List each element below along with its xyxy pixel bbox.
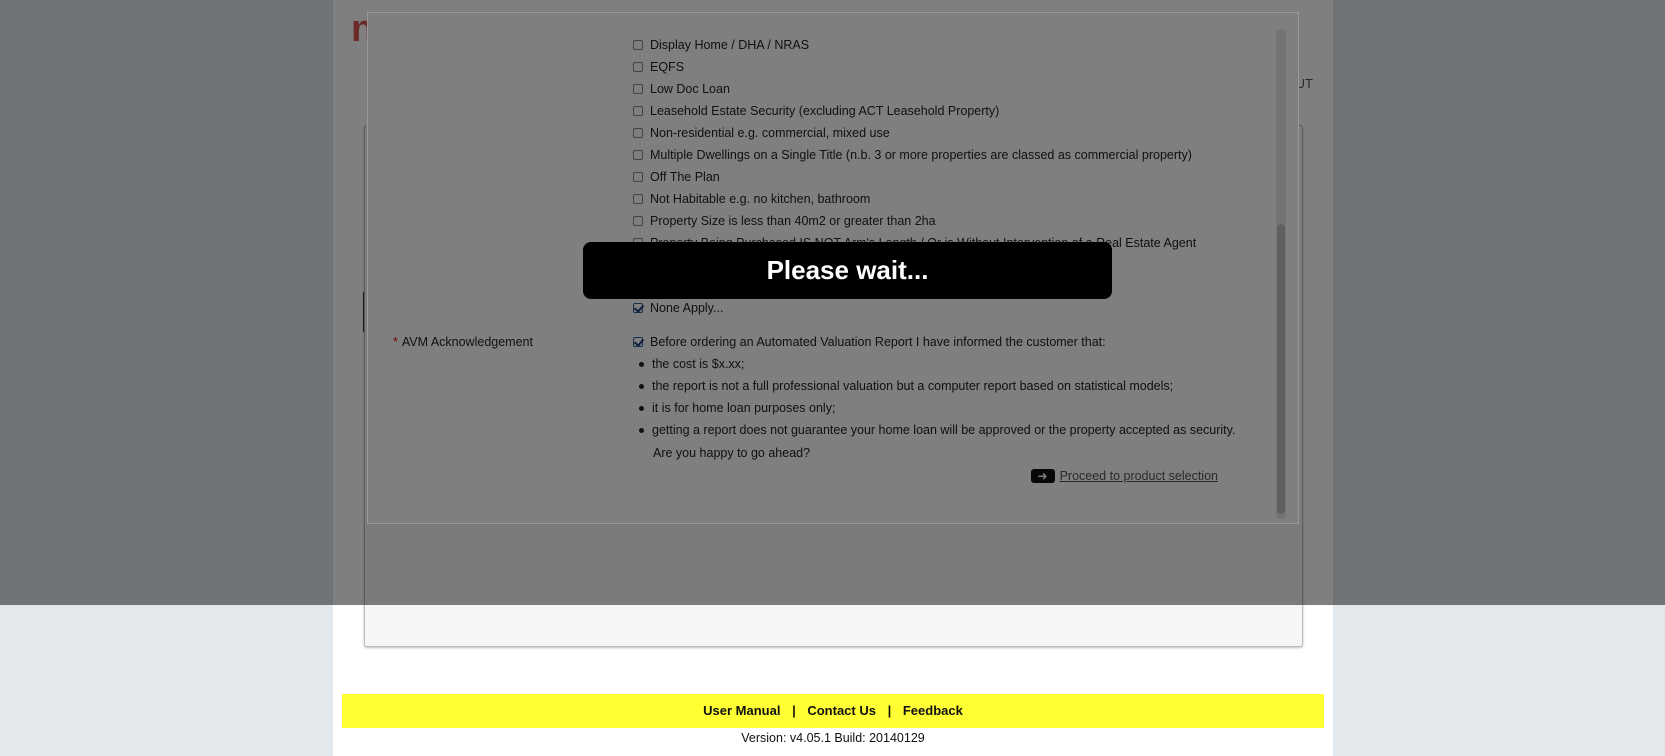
footer-separator: | [887,703,892,718]
option-label: Multiple Dwellings on a Single Title (n.… [650,148,1192,162]
bullet-dot-icon [639,361,644,367]
option-property-size[interactable]: Property Size is less than 40m2 or great… [633,212,936,230]
checkbox[interactable] [633,194,643,204]
checkbox[interactable] [633,150,643,160]
footer-link-feedback[interactable]: Feedback [903,703,963,718]
bullet-dot-icon [639,405,644,411]
avm-question: Are you happy to go ahead? [653,446,811,460]
option-label: Not Habitable e.g. no kitchen, bathroom [650,192,871,206]
option-leasehold[interactable]: Leasehold Estate Security (excluding ACT… [633,102,999,120]
checkbox[interactable] [633,128,643,138]
modal-scrollbar[interactable] [1276,29,1286,519]
avm-bullet: the cost is $x.xx; [639,355,744,373]
option-label: Display Home / DHA / NRAS [650,38,810,52]
avm-acknowledgement-checkbox[interactable]: Before ordering an Automated Valuation R… [633,333,1106,351]
checkbox[interactable] [633,84,643,94]
footer-link-contact-us[interactable]: Contact Us [807,703,876,718]
avm-bullet: it is for home loan purposes only; [639,399,835,417]
bullet-text: getting a report does not guarantee your… [652,423,1236,437]
option-multiple-dwellings[interactable]: Multiple Dwellings on a Single Title (n.… [633,146,1192,164]
option-label: Off The Plan [650,170,720,184]
bullet-dot-icon [639,427,644,433]
checkbox[interactable] [633,172,643,182]
checkbox-checked[interactable] [633,337,643,347]
option-off-the-plan[interactable]: Off The Plan [633,168,720,186]
bullet-dot-icon [639,383,644,389]
avm-label-text: AVM Acknowledgement [401,335,533,349]
avm-acknowledgement-label: * AVM Acknowledgement [393,335,533,349]
option-label: Property Size is less than 40m2 or great… [650,214,936,228]
avm-bullet: getting a report does not guarantee your… [639,421,1235,439]
checkbox[interactable] [633,106,643,116]
scrollbar-thumb[interactable] [1277,224,1285,514]
option-label: EQFS [650,60,685,74]
footer-link-user-manual[interactable]: User Manual [703,703,780,718]
avm-bullet: the report is not a full professional va… [639,377,1173,395]
version-text: Version: v4.05.1 Build: 20140129 [741,731,925,745]
bullet-text: the report is not a full professional va… [652,379,1174,393]
avm-checkbox-label: Before ordering an Automated Valuation R… [650,335,1106,349]
proceed-label: Proceed to product selection [1059,469,1218,483]
please-wait-banner: Please wait... [583,242,1112,299]
option-eqfs[interactable]: EQFS [633,58,684,76]
option-display-home[interactable]: Display Home / DHA / NRAS [633,36,809,54]
checkbox[interactable] [633,62,643,72]
footer-links-bar: User Manual | Contact Us | Feedback [342,694,1324,728]
proceed-to-product-selection-link[interactable]: ➜ Proceed to product selection [1030,469,1218,483]
checkbox[interactable] [633,216,643,226]
required-marker: * [393,335,398,349]
option-label: Leasehold Estate Security (excluding ACT… [650,104,1000,118]
option-not-habitable[interactable]: Not Habitable e.g. no kitchen, bathroom [633,190,870,208]
checkbox[interactable] [633,40,643,50]
footer-separator: | [792,703,796,718]
bullet-text: it is for home loan purposes only; [652,401,836,415]
option-label: None Apply... [650,301,724,315]
option-label: Non-residential e.g. commercial, mixed u… [650,126,890,140]
bullet-text: the cost is $x.xx; [652,357,745,371]
checkbox-checked[interactable] [633,303,643,313]
arrow-right-icon: ➜ [1030,469,1055,483]
option-label: Low Doc Loan [650,82,730,96]
option-low-doc-loan[interactable]: Low Doc Loan [633,80,730,98]
option-none-apply[interactable]: None Apply... [633,299,723,317]
option-non-residential[interactable]: Non-residential e.g. commercial, mixed u… [633,124,890,142]
